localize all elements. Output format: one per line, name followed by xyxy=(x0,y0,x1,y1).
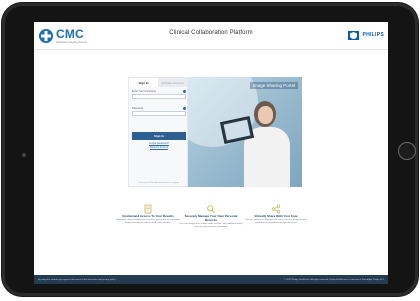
footer-copyright: © 2023 Philips Healthcare. All rights re… xyxy=(284,278,384,281)
feature-on-demand-access: On-Demand Access To Your Results Book yo… xyxy=(116,201,180,225)
hero-person-face xyxy=(258,106,273,124)
page-title: Clinical Collaboration Platform xyxy=(169,30,253,36)
username-label: Enter Your Username xyxy=(132,90,186,93)
feature-title: Securely Manage Your Own Personal Record… xyxy=(184,214,238,222)
password-input[interactable] xyxy=(132,111,186,116)
login-tabs: Sign In Activate Account xyxy=(129,78,187,87)
password-help-icon[interactable] xyxy=(183,107,186,110)
tablet-screen: CMC Medical Imaging Portal Clinical Coll… xyxy=(34,22,388,284)
login-footer-note: New Users? Click Activate Account to reg… xyxy=(138,182,180,184)
username-help-icon[interactable] xyxy=(183,90,186,93)
feature-description: You can share your data with clinicians … xyxy=(245,219,307,224)
hero-label: Image Sharing Portal xyxy=(249,82,298,89)
camera-lens xyxy=(22,153,26,157)
password-label-text: Password xyxy=(132,107,143,110)
feature-share-care: Virtually Share With Your Care You can s… xyxy=(244,201,308,225)
forgot-password-link[interactable]: Forgot password? xyxy=(129,142,189,145)
logo-subtitle: Medical Imaging Portal xyxy=(56,40,87,44)
home-button[interactable] xyxy=(398,142,416,160)
cmc-logo[interactable]: CMC Medical Imaging Portal xyxy=(38,26,87,46)
username-input[interactable] xyxy=(132,94,186,99)
main-content: Sign In Activate Account Enter Your User… xyxy=(34,51,388,284)
brand-shield-icon xyxy=(348,30,360,40)
share-icon xyxy=(271,201,281,214)
login-panel: Sign In Activate Account Enter Your User… xyxy=(128,77,188,187)
feature-manage-records: Securely Manage Your Own Personal Record… xyxy=(179,201,243,229)
password-label: Password xyxy=(132,107,186,110)
tab-signin[interactable]: Sign In xyxy=(129,78,158,87)
document-icon xyxy=(143,201,153,214)
hero-tablet-screen xyxy=(223,119,251,141)
feature-description: You can manage your online health record… xyxy=(179,223,243,228)
feature-description: Book your current and previous exam resu… xyxy=(116,219,180,224)
tab-activate-account[interactable]: Activate Account xyxy=(158,78,187,87)
philips-brand: PHILIPS xyxy=(348,30,384,40)
page-footer: By using this website you agree to the t… xyxy=(34,275,388,284)
feature-title: On-Demand Access To Your Results xyxy=(122,214,174,218)
hero-image: Image Sharing Portal xyxy=(188,77,302,187)
footer-disclaimer-link[interactable]: By using this website you agree to the t… xyxy=(38,279,116,281)
feature-title: Virtually Share With Your Care xyxy=(254,214,298,218)
app-header: CMC Medical Imaging Portal Clinical Coll… xyxy=(34,22,388,50)
search-icon xyxy=(206,201,216,213)
brand-name: PHILIPS xyxy=(362,32,384,38)
username-label-text: Enter Your Username xyxy=(132,90,156,93)
sign-in-button[interactable]: Sign In xyxy=(132,132,186,140)
request-access-link[interactable]: Request Access xyxy=(129,146,189,149)
